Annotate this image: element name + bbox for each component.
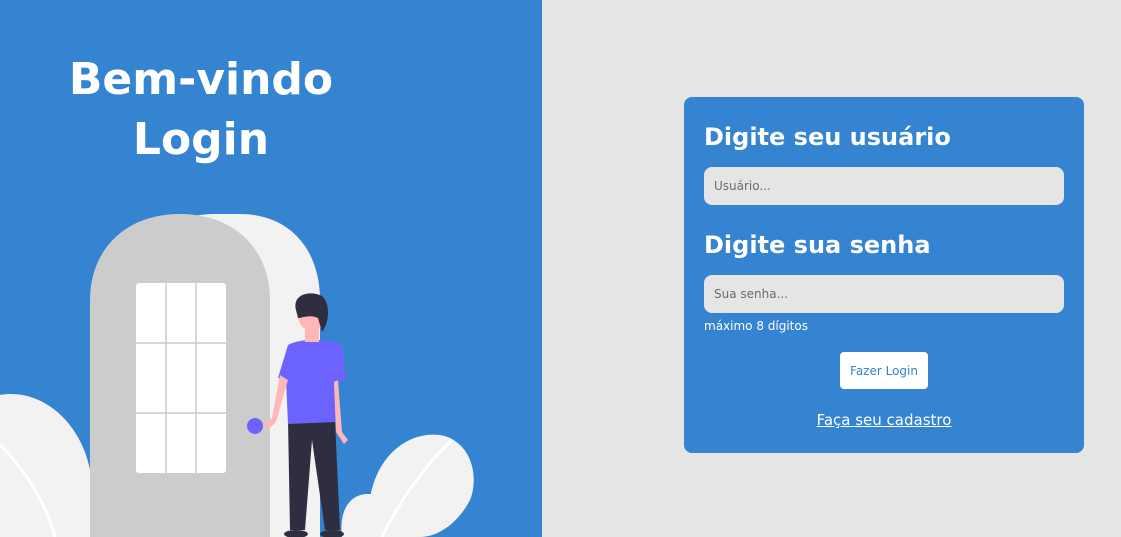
- right-plant-leaf: [368, 434, 474, 537]
- signup-link[interactable]: Faça seu cadastro: [817, 411, 952, 429]
- username-heading: Digite seu usuário: [704, 123, 951, 151]
- welcome-subtitle: Login: [132, 114, 270, 165]
- username-input[interactable]: [704, 167, 1064, 205]
- welcome-title: Bem-vindo: [68, 54, 334, 105]
- password-input[interactable]: [704, 275, 1064, 313]
- signup-row: Faça seu cadastro: [704, 410, 1064, 429]
- login-form: Digite seu usuário Digite sua senha máxi…: [684, 97, 1084, 453]
- door-window: [136, 283, 226, 473]
- password-hint: máximo 8 dígitos: [704, 319, 808, 333]
- login-button[interactable]: Fazer Login: [840, 352, 928, 389]
- welcome-panel: Bem-vindo Login: [0, 0, 542, 537]
- right-plant-small-leaf: [341, 494, 380, 537]
- welcome-heading: Bem-vindo Login: [0, 50, 402, 170]
- button-row: Fazer Login: [704, 352, 1064, 389]
- password-heading: Digite sua senha: [704, 231, 931, 259]
